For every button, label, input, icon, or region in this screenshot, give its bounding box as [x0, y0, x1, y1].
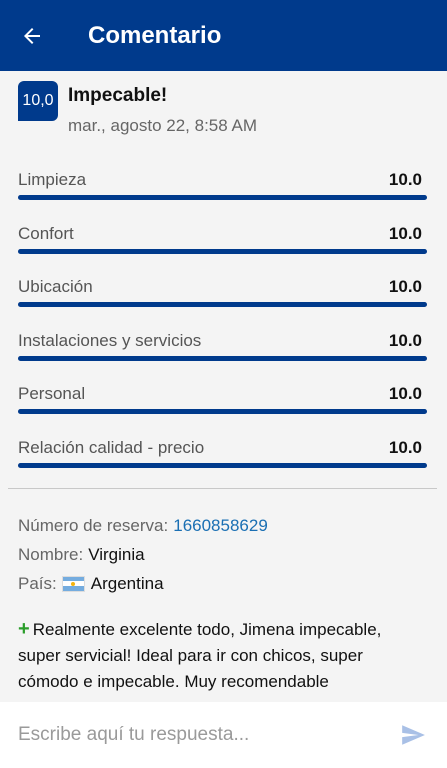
rating-bar — [18, 248, 427, 254]
comment-text: Realmente excelente todo, Jimena impecab… — [18, 620, 382, 691]
country-value: Argentina — [90, 573, 164, 593]
rating-row: Relación calidad - precio 10.0 — [18, 434, 427, 488]
country-label: País: — [18, 573, 57, 593]
rating-row: Personal 10.0 — [18, 380, 427, 434]
plus-icon: + — [18, 618, 30, 640]
rating-value: 10.0 — [388, 330, 422, 350]
score-badge: 10,0 — [18, 81, 58, 121]
positive-comment: + Realmente excelente todo, Jimena impeca… — [18, 616, 417, 695]
rating-bar-fill — [18, 248, 427, 254]
rating-label: Limpieza — [18, 170, 87, 189]
rating-bar-fill — [18, 355, 427, 361]
rating-bar-fill — [18, 195, 427, 200]
reservation-label: Número de reserva: — [18, 515, 169, 535]
rating-row: Confort 10.0 — [18, 220, 427, 274]
rating-bar — [18, 409, 427, 415]
arrow-left-icon — [24, 27, 40, 44]
app-bar: Comentario — [0, 0, 447, 71]
page-title: Comentario — [88, 21, 222, 49]
rating-bar — [18, 355, 427, 361]
rating-row: Instalaciones y servicios 10.0 — [18, 327, 427, 381]
reply-input[interactable] — [18, 720, 378, 750]
back-button[interactable] — [0, 0, 64, 71]
ratings-list: Limpieza 10.0 Confort 10.0 Ubicación 10.… — [18, 166, 427, 488]
rating-value: 10.0 — [388, 384, 422, 404]
send-button[interactable] — [399, 722, 427, 748]
rating-bar — [18, 302, 427, 308]
rating-row: Ubicación 10.0 — [18, 273, 427, 327]
guest-info: Número de reserva: 1660858629 Nombre: Vi… — [18, 511, 429, 598]
rating-value: 10.0 — [388, 223, 422, 243]
review-title: Impecable! — [68, 85, 168, 106]
rating-value: 10.0 — [388, 170, 422, 189]
section-divider — [8, 488, 437, 489]
argentina-flag-icon — [61, 575, 85, 592]
reply-bar — [0, 702, 447, 768]
rating-label: Relación calidad - precio — [18, 437, 205, 457]
rating-value: 10.0 — [388, 437, 422, 457]
rating-label: Confort — [18, 223, 74, 243]
rating-label: Instalaciones y servicios — [18, 330, 202, 350]
rating-label: Personal — [18, 384, 86, 404]
name-row: Nombre: Virginia — [18, 540, 429, 569]
rating-bar-fill — [18, 302, 427, 308]
name-label: Nombre: — [18, 544, 84, 564]
country-row: País: Argentina — [18, 569, 429, 598]
rating-value: 10.0 — [388, 277, 422, 297]
rating-label: Ubicación — [18, 277, 93, 297]
rating-bar-fill — [18, 462, 427, 468]
send-icon — [402, 725, 425, 745]
reservation-number-link[interactable]: 1660858629 — [173, 516, 268, 536]
review-header: 10,0 Impecable! mar., agosto 22, 8:58 AM — [18, 81, 429, 141]
rating-bar-fill — [18, 409, 427, 415]
rating-bar — [18, 462, 427, 468]
reservation-row: Número de reserva: 1660858629 — [18, 511, 429, 540]
rating-row: Limpieza 10.0 — [18, 166, 427, 220]
review-date: mar., agosto 22, 8:58 AM — [68, 116, 258, 135]
name-value: Virginia — [88, 544, 145, 564]
rating-bar — [18, 195, 427, 200]
